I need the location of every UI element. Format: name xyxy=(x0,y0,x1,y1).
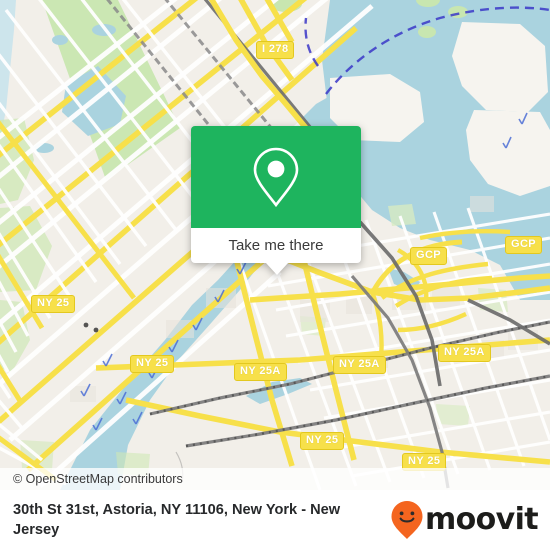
highway-shield: NY 25 xyxy=(130,355,175,373)
take-me-there-label: Take me there xyxy=(228,237,324,254)
destination-popup-card[interactable]: Take me there xyxy=(191,126,361,275)
highway-shield: NY 25 xyxy=(300,432,345,450)
moovit-wordmark: moovit xyxy=(424,502,539,537)
moovit-map-screenshot: I 278 GCP GCP NY 25 NY 25 NY 25A NY 25A NY 25A N… xyxy=(0,0,550,550)
popup-tail-pointer xyxy=(266,263,288,275)
highway-shield: I 278 xyxy=(256,41,295,59)
popup-action-row[interactable]: Take me there xyxy=(191,228,361,263)
address-label: 30th St 31st, Astoria, NY 11106, New Yor… xyxy=(13,502,341,538)
osm-attribution[interactable]: © OpenStreetMap contributors xyxy=(0,468,550,490)
highway-shield: NY 25 xyxy=(31,295,76,313)
popup-header xyxy=(191,126,361,228)
moovit-brand[interactable]: moovit xyxy=(390,500,539,540)
highway-shield: NY 25A xyxy=(333,356,386,374)
map-pin-icon xyxy=(253,147,299,208)
highway-shield: NY 25A xyxy=(438,344,491,362)
highway-shield: GCP xyxy=(410,247,448,265)
highway-shield: NY 25A xyxy=(234,363,287,381)
moovit-smiley-pin-icon xyxy=(391,501,423,539)
footer-bar: 30th St 31st, Astoria, NY 11106, New Yor… xyxy=(0,490,550,550)
highway-shield: GCP xyxy=(505,236,543,254)
